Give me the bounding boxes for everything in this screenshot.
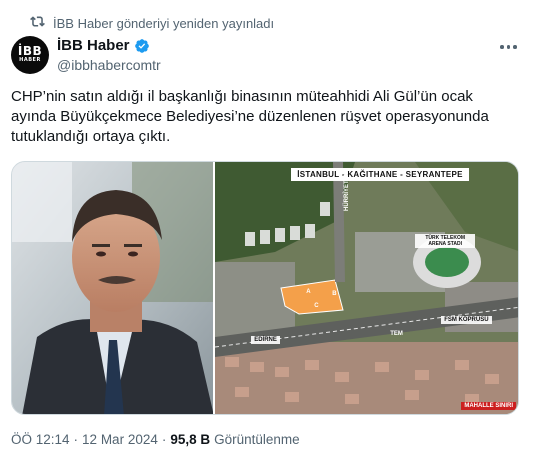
tweet-media[interactable]: İSTANBUL - KAĞITHANE - SEYRANTEPE TÜRK T… bbox=[11, 161, 519, 415]
meta-separator-2: · bbox=[161, 432, 167, 447]
map-label-bridge: FSM KÖPRÜSÜ bbox=[441, 316, 492, 324]
author-handle[interactable]: @ibbhabercomtr bbox=[57, 57, 161, 73]
map-parcel-label-c: C bbox=[314, 303, 319, 309]
more-options-icon[interactable] bbox=[500, 42, 520, 52]
map-parcel-label-a: A bbox=[306, 289, 311, 295]
author-name[interactable]: İBB Haber bbox=[57, 37, 130, 54]
map-parcel-label-b: B bbox=[332, 291, 337, 297]
map-legend-boundary: MAHALLE SINIRI bbox=[461, 402, 516, 410]
tweet-date[interactable]: 12 Mar 2024 bbox=[82, 432, 158, 447]
map-label-highway: TEM bbox=[390, 331, 403, 337]
views-label: Görüntülenme bbox=[214, 432, 300, 447]
avatar[interactable]: İBB HABER bbox=[11, 36, 49, 74]
verified-badge-icon[interactable] bbox=[134, 38, 150, 54]
avatar-logo-main: İBB bbox=[17, 44, 43, 58]
tweet-text: CHP’nin satın aldığı il başkanlığı binas… bbox=[11, 88, 489, 145]
person-photo[interactable] bbox=[12, 162, 214, 414]
repost-text: İBB Haber gönderiyi yeniden yayınladı bbox=[53, 15, 275, 31]
tweet-time[interactable]: ÖÖ 12:14 bbox=[11, 432, 70, 447]
repost-icon bbox=[30, 14, 45, 32]
tweet-meta: ÖÖ 12:14 · 12 Mar 2024 · 95,8 B Görüntül… bbox=[11, 432, 300, 447]
repost-indicator[interactable]: İBB Haber gönderiyi yeniden yayınladı bbox=[30, 14, 274, 32]
map-label-stadium: TÜRK TELEKOM ARENA STADI bbox=[415, 234, 476, 248]
map-label-edirne: EDİRNE bbox=[251, 336, 280, 344]
map-image[interactable]: İSTANBUL - KAĞITHANE - SEYRANTEPE TÜRK T… bbox=[213, 162, 518, 414]
map-banner: İSTANBUL - KAĞITHANE - SEYRANTEPE bbox=[291, 168, 469, 181]
map-label-street: HÜRRİYET CD. bbox=[344, 168, 351, 211]
avatar-logo-sub: HABER bbox=[19, 57, 41, 63]
views-count: 95,8 B bbox=[170, 432, 211, 447]
meta-separator: · bbox=[73, 432, 79, 447]
author-block: İBB Haber @ibbhabercomtr bbox=[57, 37, 161, 73]
